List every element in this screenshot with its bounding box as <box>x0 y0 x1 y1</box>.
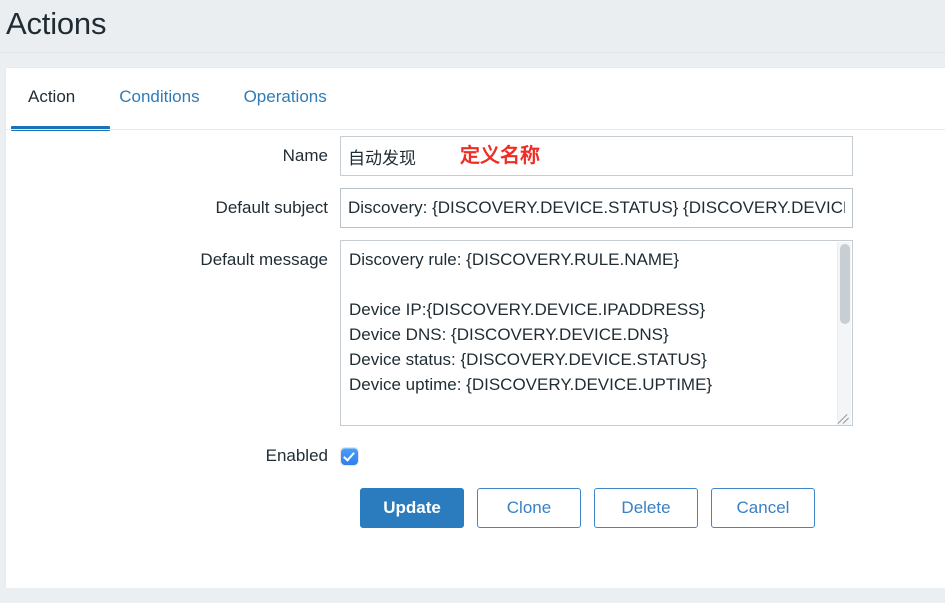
tab-bar-baseline <box>6 129 945 130</box>
default-message-label: Default message <box>6 240 340 280</box>
name-label: Name <box>6 136 340 176</box>
clone-button[interactable]: Clone <box>477 488 581 528</box>
default-message-textarea[interactable]: Discovery rule: {DISCOVERY.RULE.NAME} De… <box>340 240 853 426</box>
tab-operations[interactable]: Operations <box>222 68 349 126</box>
textarea-scrollbar[interactable] <box>837 242 851 426</box>
tab-conditions[interactable]: Conditions <box>97 68 221 126</box>
default-subject-input[interactable] <box>340 188 853 228</box>
tab-bar: Action Conditions Operations <box>6 68 945 126</box>
cancel-button[interactable]: Cancel <box>711 488 815 528</box>
row-enabled: Enabled <box>6 446 945 466</box>
page-header: Actions <box>0 0 945 52</box>
page-root: Actions Action Conditions Operations Nam… <box>0 0 945 603</box>
enabled-label: Enabled <box>6 446 340 466</box>
textarea-scrollbar-thumb[interactable] <box>840 244 850 324</box>
default-subject-field-wrap <box>340 188 853 228</box>
update-button[interactable]: Update <box>360 488 464 528</box>
page-title: Actions <box>6 2 106 46</box>
action-form: Name 定义名称 Default subject Default messag… <box>6 136 945 528</box>
header-divider <box>0 52 945 69</box>
row-default-message: Default message Discovery rule: {DISCOVE… <box>6 240 945 426</box>
row-default-subject: Default subject <box>6 188 945 228</box>
action-form-card: Action Conditions Operations Name 定义名称 D… <box>6 68 945 588</box>
name-field-wrap: 定义名称 <box>340 136 853 176</box>
page-footer-strip <box>0 588 945 603</box>
tab-action[interactable]: Action <box>6 68 97 126</box>
default-message-text: Discovery rule: {DISCOVERY.RULE.NAME} De… <box>349 247 829 426</box>
row-name: Name 定义名称 <box>6 136 945 176</box>
enabled-checkbox[interactable] <box>341 448 358 465</box>
form-actions: Update Clone Delete Cancel <box>6 488 945 528</box>
delete-button[interactable]: Delete <box>594 488 698 528</box>
default-subject-label: Default subject <box>6 188 340 228</box>
default-message-field-wrap: Discovery rule: {DISCOVERY.RULE.NAME} De… <box>340 240 853 426</box>
name-input[interactable] <box>340 136 853 176</box>
